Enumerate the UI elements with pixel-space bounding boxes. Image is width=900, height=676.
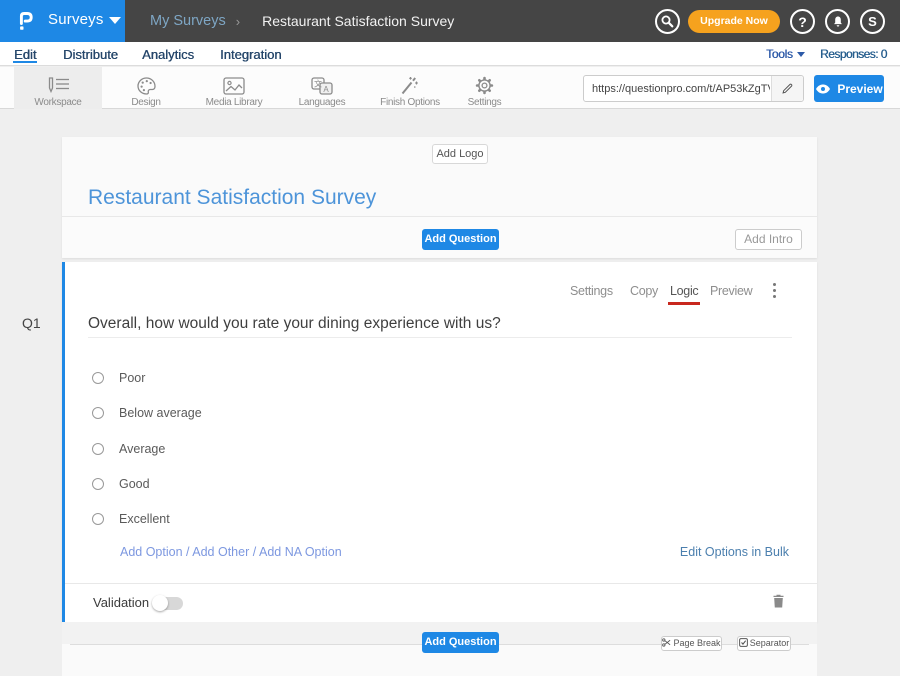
svg-text:A: A (323, 85, 329, 94)
svg-text:文: 文 (314, 79, 322, 89)
